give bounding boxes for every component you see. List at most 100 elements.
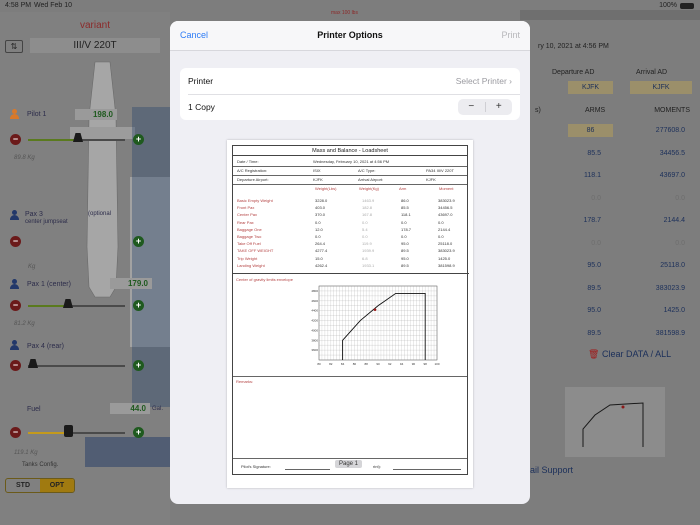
arm-value: 89.5 — [587, 329, 601, 337]
email-support-link[interactable]: ail Support — [530, 465, 573, 475]
row-name: Landing Weight — [237, 262, 265, 268]
tanks-config-label: Tanks Config. — [22, 462, 59, 468]
fuel-value[interactable]: 44.0 — [110, 403, 150, 414]
moment-value: 0.0 — [675, 239, 685, 247]
arr-value: KJFK — [426, 177, 436, 182]
battery-icon — [680, 2, 694, 9]
arrival-header: Arrival AD — [636, 69, 668, 76]
variant-selector[interactable]: III/V 220T — [30, 38, 160, 53]
y-tick-label: 3600 — [311, 348, 318, 352]
cg-envelope-chart: 80 82 84 86 88 90 92 94 96 98 100 3600 3800 4000 4200 4… — [311, 285, 440, 366]
arrival-code[interactable]: KJFK — [630, 81, 692, 94]
fuel-plus-button[interactable]: + — [133, 427, 144, 438]
pax4-plus-button[interactable]: + — [133, 360, 144, 371]
row-kg: 6.8 — [362, 255, 368, 261]
tanks-toggle[interactable]: STD OPT — [5, 478, 75, 493]
select-printer[interactable]: Select Printer › — [456, 76, 512, 86]
pax1-slider-fill — [28, 305, 68, 307]
row-lbs: 403.0 — [315, 205, 326, 211]
row-lbs: 4262.4 — [315, 262, 328, 268]
x-tick-label: 100 — [434, 362, 439, 366]
row-moment: 1425.0 — [438, 255, 451, 261]
row-arm: 118.1 — [401, 212, 411, 218]
print-name-label: rint): — [373, 464, 381, 469]
decrement-button[interactable]: − — [458, 99, 485, 115]
y-tick-label: 3800 — [311, 338, 318, 342]
row-arm: 86.0 — [401, 198, 409, 203]
fuel-minus-button[interactable]: − — [10, 427, 21, 438]
x-tick-label: 92 — [388, 362, 392, 366]
row-moment: 383023.9 — [438, 248, 455, 254]
pax4-minus-button[interactable]: − — [10, 360, 21, 371]
page-preview[interactable]: Mass and Balance - Loadsheet Date / Time… — [227, 140, 473, 488]
printer-settings-group: Printer Select Printer › 1 Copy − + — [180, 68, 520, 120]
type-value: PA34 III/V 220T — [426, 168, 454, 173]
date-value: Wednesday, February 10, 2021 at 4:56 PM — [313, 159, 390, 164]
pax1-icon — [10, 279, 19, 289]
row-arm: 178.7 — [401, 226, 412, 232]
row-arm: 95.0 — [401, 255, 409, 261]
row-kg: 0.0 — [362, 234, 368, 239]
row-moment: 383023.9 — [438, 198, 455, 203]
pax3-icon — [10, 210, 19, 220]
printer-row[interactable]: Printer Select Printer › — [180, 68, 520, 94]
swap-icon[interactable]: ⇅ — [5, 40, 23, 53]
moments-header: MOMENTS — [654, 107, 690, 114]
trash-icon: 🗑 — [588, 349, 600, 359]
departure-code[interactable]: KJFK — [568, 81, 613, 94]
arms-header: ARMS — [585, 107, 606, 114]
status-bar: 4:58 PM Wed Feb 10 100% — [0, 0, 700, 12]
x-tick-label: 94 — [400, 362, 404, 366]
arm-value: 118.1 — [584, 172, 601, 179]
pilot1-plus-button[interactable]: + — [133, 134, 144, 145]
date-text: ry 10, 2021 at 4:56 PM — [538, 43, 609, 50]
row-lbs: 15.0 — [315, 255, 323, 261]
row-name: Trip Weight — [237, 255, 258, 261]
print-button[interactable]: Print — [501, 30, 520, 40]
row-kg: 182.8 — [362, 205, 373, 211]
pax1-plus-button[interactable]: + — [133, 300, 144, 311]
row-kg: 5.4 — [362, 226, 368, 232]
pax3-minus-button[interactable]: − — [10, 236, 21, 247]
arm-value: 86 — [568, 124, 613, 137]
clear-data-label: Clear DATA / ALL — [601, 349, 672, 359]
pax3-plus-button[interactable]: + — [133, 236, 144, 247]
reg-value: ISIX — [313, 168, 321, 173]
row-moment: 0.0 — [438, 234, 444, 239]
arm-value: 85.5 — [587, 149, 601, 157]
row-name: Basic Empty Weight — [237, 198, 273, 203]
tank-opt-option[interactable]: OPT — [40, 479, 74, 492]
row-moment: 34456.5 — [438, 205, 453, 211]
pilot1-minus-button[interactable]: − — [10, 134, 21, 145]
pax1-value[interactable]: 179.0 — [110, 278, 152, 289]
row-name: Front Pax — [237, 205, 255, 211]
reg-label: A/C Registration: — [237, 168, 268, 173]
battery-percent: 100% — [659, 2, 677, 9]
weight-icon[interactable] — [28, 359, 38, 368]
row-edge: s) — [535, 107, 541, 114]
moment-value: 43697.0 — [659, 172, 685, 179]
x-tick-label: 84 — [341, 362, 345, 366]
x-tick-label: 96 — [412, 362, 416, 366]
row-name: Center Pax — [237, 212, 258, 218]
copies-stepper[interactable]: − + — [458, 99, 512, 115]
pilot1-label: Pilot 1 — [27, 111, 47, 118]
divider — [233, 175, 467, 176]
arm-value: 89.5 — [587, 284, 601, 292]
row-kg: 1939.9 — [362, 248, 375, 254]
col-lbs: Weight(Lbs) — [315, 186, 337, 191]
fuel-pump-icon[interactable] — [64, 425, 73, 437]
clear-data-button[interactable]: 🗑 Clear DATA / ALL — [588, 349, 671, 360]
pax4-slider[interactable] — [28, 365, 125, 367]
page-number-label: Page 1 — [335, 460, 363, 468]
pax3-kg: Kg — [28, 264, 36, 270]
row-name: Baggage Two — [237, 234, 262, 239]
x-tick-label: 90 — [376, 362, 380, 366]
tank-std-option[interactable]: STD — [6, 479, 40, 492]
pax3-sub: center jumpseat — [25, 219, 68, 225]
row-arm: 0.0 — [401, 234, 407, 239]
increment-button[interactable]: + — [486, 99, 513, 115]
pilot1-value[interactable]: 198.0 — [75, 109, 117, 120]
moment-value: 277608.0 — [655, 127, 685, 134]
pax1-minus-button[interactable]: − — [10, 300, 21, 311]
